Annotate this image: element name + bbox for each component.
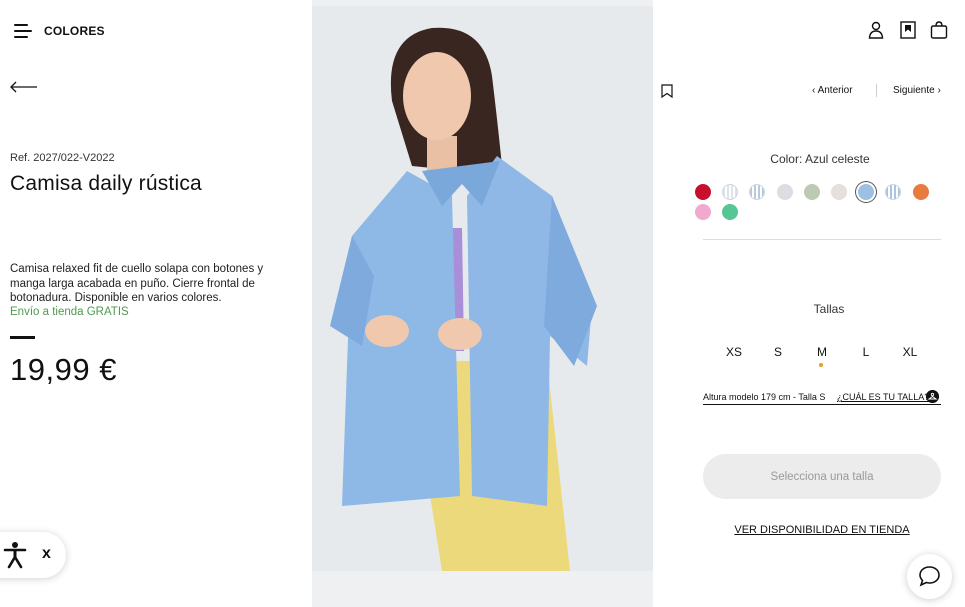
accessibility-widget: x xyxy=(0,532,66,578)
model-info-underline xyxy=(703,404,941,405)
next-label: Siguiente xyxy=(893,85,935,96)
accessibility-close-button[interactable]: x xyxy=(42,545,51,563)
model-illustration xyxy=(330,27,597,571)
next-product-link[interactable]: Siguiente › xyxy=(893,85,941,96)
size-s[interactable]: S xyxy=(763,345,793,359)
color-swatch-sky-blue[interactable] xyxy=(858,184,875,200)
model-info: Altura modelo 179 cm - Talla S xyxy=(703,392,826,402)
user-icon[interactable] xyxy=(866,20,886,40)
brand-label[interactable]: COLORES xyxy=(44,24,105,38)
product-description: Camisa relaxed fit de cuello solapa con … xyxy=(10,263,264,304)
chat-bubble-icon xyxy=(919,566,940,587)
product-price: 19,99 € xyxy=(10,352,117,387)
size-xs[interactable]: XS xyxy=(719,345,749,359)
color-swatch-blue-stripe[interactable] xyxy=(749,184,766,200)
previous-product-link[interactable]: ‹ Anterior xyxy=(812,85,853,96)
accessibility-icon[interactable] xyxy=(2,541,28,569)
color-swatch-pink[interactable] xyxy=(695,204,711,220)
color-divider xyxy=(703,239,941,240)
size-guide-link[interactable]: ¿CUÁL ES TU TALLA? xyxy=(837,392,929,402)
next-photo-strip xyxy=(312,571,653,607)
product-photo[interactable] xyxy=(312,6,653,571)
nav-separator xyxy=(876,84,877,97)
color-swatch-light-grey[interactable] xyxy=(776,184,793,200)
shopping-bag-icon[interactable] xyxy=(929,20,949,40)
size-xl[interactable]: XL xyxy=(895,345,925,359)
color-swatch-blue-white-stripe[interactable] xyxy=(885,184,902,200)
color-swatch-sage[interactable] xyxy=(803,184,820,200)
select-size-button[interactable]: Selecciona una talla xyxy=(703,454,941,499)
back-arrow-icon[interactable] xyxy=(10,80,38,94)
free-shipping-note: Envío a tienda GRATIS xyxy=(10,306,129,318)
product-title: Camisa daily rústica xyxy=(10,172,202,195)
store-availability-link[interactable]: VER DISPONIBILIDAD EN TIENDA xyxy=(703,524,941,536)
sizes-label: Tallas xyxy=(813,302,845,316)
save-wishlist-icon[interactable] xyxy=(661,84,673,98)
hamburger-menu-icon[interactable] xyxy=(14,22,34,40)
color-label: Color: Azul celeste xyxy=(770,152,870,166)
product-reference: Ref. 2027/022-V2022 xyxy=(10,152,115,164)
color-swatch-orange[interactable] xyxy=(912,184,929,200)
price-divider xyxy=(10,336,35,339)
color-swatch-white-stripe[interactable] xyxy=(722,184,739,200)
size-m[interactable]: M xyxy=(807,345,837,359)
size-l[interactable]: L xyxy=(851,345,881,359)
hanger-icon[interactable] xyxy=(926,390,939,403)
chat-button[interactable] xyxy=(907,554,952,599)
color-swatch-beige[interactable] xyxy=(831,184,847,200)
previous-label: Anterior xyxy=(817,85,853,96)
bookmark-icon[interactable] xyxy=(898,20,918,40)
color-swatch-red[interactable] xyxy=(695,184,711,200)
low-stock-indicator xyxy=(819,363,823,367)
color-swatch-mint[interactable] xyxy=(722,204,739,220)
